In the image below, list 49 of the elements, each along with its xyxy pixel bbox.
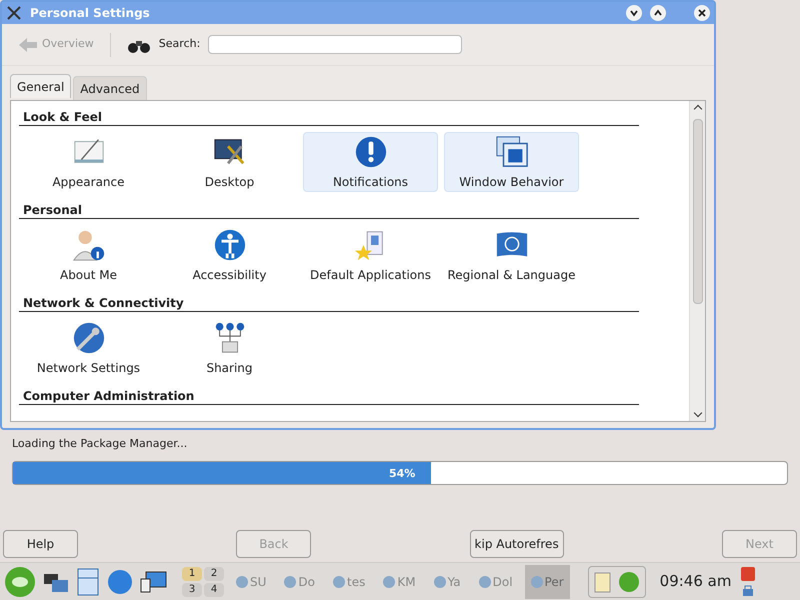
power-icon[interactable] <box>741 566 756 580</box>
monitor-icon[interactable] <box>140 570 168 594</box>
close-button[interactable] <box>694 5 710 21</box>
clipboard-icon[interactable] <box>592 570 613 594</box>
tab[interactable]: Advanced <box>73 76 147 100</box>
start-menu-icon[interactable] <box>4 566 36 598</box>
desktop-pager-cell[interactable]: 1 <box>182 566 202 580</box>
settings-item[interactable]: Accessibility <box>162 225 297 285</box>
settings-item[interactable]: Sharing <box>162 318 297 378</box>
status-text: Loading the Package Manager... <box>11 436 188 452</box>
progress-reading: 54% <box>388 466 416 482</box>
windows-icon <box>494 135 530 169</box>
clock: 09:46 am <box>660 571 732 592</box>
app-icon <box>284 576 296 588</box>
settings-item[interactable]: Regional & Language <box>444 225 579 285</box>
person-info-icon <box>70 228 106 262</box>
scrollbar[interactable] <box>689 101 705 421</box>
wizard-button[interactable]: kip Autorefres <box>470 530 564 558</box>
lock-icon[interactable] <box>741 582 756 596</box>
settings-item[interactable]: About Me <box>21 225 156 285</box>
app-icon <box>530 576 543 588</box>
scrollbar-thumb[interactable] <box>692 119 702 304</box>
settings-item[interactable]: Network Settings <box>21 318 156 378</box>
window-title: Personal Settings <box>30 5 150 22</box>
app-icon <box>333 576 345 588</box>
desktop-pager-cell[interactable]: 2 <box>204 566 224 580</box>
settings-item[interactable]: Notifications <box>303 132 438 192</box>
category-heading: Look & Feel <box>19 105 639 126</box>
minimize-button[interactable] <box>626 5 642 21</box>
app-icon <box>434 576 446 588</box>
settings-item[interactable]: Desktop <box>162 132 297 192</box>
search-label: Search: <box>158 36 200 52</box>
file-cabinet-icon[interactable] <box>76 568 100 596</box>
app-icon <box>478 576 491 588</box>
settings-item[interactable]: Appearance <box>21 132 156 192</box>
category-heading: Personal <box>19 198 639 219</box>
app-icon <box>236 576 248 588</box>
desktop-pager-cell[interactable]: 3 <box>182 582 202 596</box>
maximize-button[interactable] <box>650 5 666 21</box>
category-heading: Computer Administration <box>19 384 639 405</box>
app-icon <box>383 576 396 588</box>
category-heading: Network & Connectivity <box>19 291 639 312</box>
desktop-pager-cell[interactable]: 4 <box>204 582 224 596</box>
search-field[interactable] <box>208 35 462 54</box>
back-arrow-icon <box>18 36 38 52</box>
wizard-button[interactable]: Help <box>3 530 78 558</box>
settings-item[interactable]: Default Applications <box>303 225 438 285</box>
tab[interactable]: General <box>10 74 72 98</box>
settings-item[interactable]: Window Behavior <box>444 132 579 192</box>
